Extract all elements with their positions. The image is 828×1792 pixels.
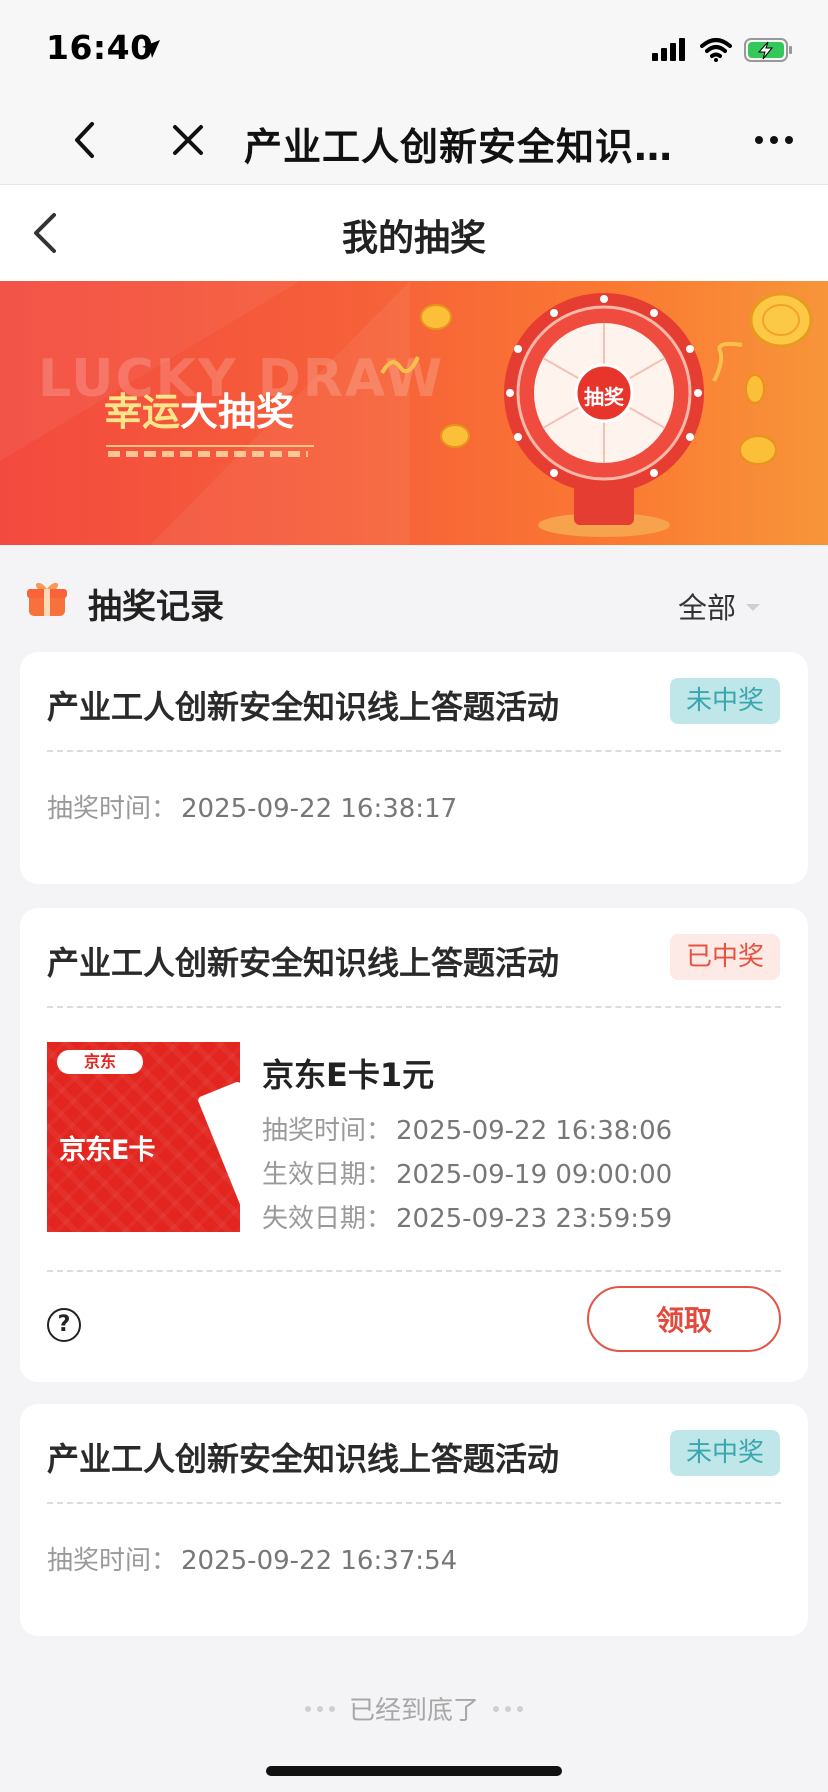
gift-icon <box>27 582 67 616</box>
coin-icon <box>420 304 452 330</box>
status-badge: 未中奖 <box>669 678 780 724</box>
card-title: 产业工人创新安全知识线上答题活动 <box>47 944 560 982</box>
draw-time-label: 抽奖时间： <box>47 1546 178 1576</box>
signal-icon <box>652 38 685 61</box>
webview-title: 产业工人创新安全知识… <box>244 125 674 169</box>
filter-label: 全部 <box>678 591 737 625</box>
draw-time-row: 抽奖时间： 2025-09-22 16:38:17 <box>47 788 457 825</box>
draw-time-row: 抽奖时间： 2025-09-22 16:37:54 <box>47 1540 457 1577</box>
divider <box>47 1006 781 1008</box>
status-badge: 未中奖 <box>669 1430 780 1476</box>
banner-dash <box>108 451 308 457</box>
page-title: 我的抽奖 <box>341 218 486 259</box>
coin-icon <box>739 435 777 465</box>
claim-button[interactable]: 领取 <box>587 1286 781 1352</box>
prize-draw-time-label: 抽奖时间： <box>262 1116 393 1146</box>
prize-end-date-value: 2025-09-23 23:59:59 <box>396 1204 673 1234</box>
webview-navbar: 产业工人创新安全知识… <box>0 96 828 185</box>
list-end-footer: 已经到底了 <box>0 1690 828 1727</box>
home-indicator[interactable] <box>266 1766 562 1776</box>
draw-record-card: 产业工人创新安全知识线上答题活动 已中奖 京东 京东E卡 京东E卡1元 抽奖时间… <box>20 908 808 1382</box>
dots-decoration <box>304 1705 335 1712</box>
prize-start-date-label: 生效日期： <box>262 1160 393 1190</box>
ribbon-icon <box>380 356 420 375</box>
prize-start-date-row: 生效日期： 2025-09-19 09:00:00 <box>262 1154 672 1191</box>
banner-title-part1: 幸运 <box>104 390 181 434</box>
card-title: 产业工人创新安全知识线上答题活动 <box>47 1440 560 1478</box>
divider <box>47 750 781 752</box>
dots-decoration <box>493 1705 523 1712</box>
prize-image-text: 京东E卡 <box>59 1135 155 1166</box>
help-icon[interactable]: ? <box>47 1308 81 1342</box>
webview-back-button[interactable] <box>58 114 110 166</box>
draw-time-value: 2025-09-22 16:38:17 <box>181 794 458 824</box>
status-time: 16:40 <box>46 28 154 67</box>
prize-image: 京东 京东E卡 <box>47 1042 240 1232</box>
location-arrow-icon <box>142 40 160 58</box>
banner-title: 幸运大抽奖 <box>104 381 294 436</box>
more-button[interactable] <box>748 114 800 166</box>
webview-close-button[interactable] <box>162 114 214 166</box>
draw-time-value: 2025-09-22 16:37:54 <box>181 1546 458 1576</box>
battery-charging-icon <box>744 38 792 62</box>
draw-time-label: 抽奖时间： <box>47 794 178 824</box>
prize-name: 京东E卡1元 <box>262 1056 435 1094</box>
draw-record-card: 产业工人创新安全知识线上答题活动 未中奖 抽奖时间： 2025-09-22 16:… <box>20 1404 808 1636</box>
caret-down-icon <box>746 603 761 611</box>
close-icon <box>173 125 203 155</box>
back-chevron-icon <box>75 122 94 158</box>
records-filter-dropdown[interactable]: 全部 <box>678 585 761 627</box>
more-icon <box>755 136 793 144</box>
ribbon-icon <box>712 341 743 382</box>
prize-draw-time-value: 2025-09-22 16:38:06 <box>396 1116 673 1146</box>
status-bar: 16:40 <box>0 0 828 96</box>
banner-title-part2: 大抽奖 <box>180 390 295 434</box>
end-of-list-text: 已经到底了 <box>348 1696 479 1726</box>
records-title: 抽奖记录 <box>88 587 224 627</box>
prize-end-date-row: 失效日期： 2025-09-23 23:59:59 <box>262 1198 672 1235</box>
prize-wheel-icon <box>504 293 704 537</box>
records-header: 抽奖记录 全部 <box>0 545 828 651</box>
draw-record-card: 产业工人创新安全知识线上答题活动 未中奖 抽奖时间： 2025-09-22 16:… <box>20 652 808 884</box>
prize-start-date-value: 2025-09-19 09:00:00 <box>396 1160 673 1190</box>
wheel-center-label: 抽奖 <box>584 385 624 409</box>
lucky-draw-banner: LUCKY DRAW 幸运大抽奖 抽奖 <box>0 281 828 545</box>
jd-logo: 京东 <box>57 1050 143 1074</box>
prize-end-date-label: 失效日期： <box>262 1204 393 1234</box>
coin-icon <box>749 292 813 348</box>
card-slip-decoration <box>197 1080 240 1232</box>
coin-icon <box>440 424 470 448</box>
page-header: 我的抽奖 <box>0 185 828 281</box>
divider <box>47 1502 781 1504</box>
divider <box>47 1270 781 1272</box>
wifi-icon <box>700 38 732 62</box>
card-title: 产业工人创新安全知识线上答题活动 <box>47 688 560 726</box>
status-icons <box>652 34 794 66</box>
status-badge: 已中奖 <box>669 934 780 980</box>
prize-draw-time-row: 抽奖时间： 2025-09-22 16:38:06 <box>262 1110 672 1147</box>
